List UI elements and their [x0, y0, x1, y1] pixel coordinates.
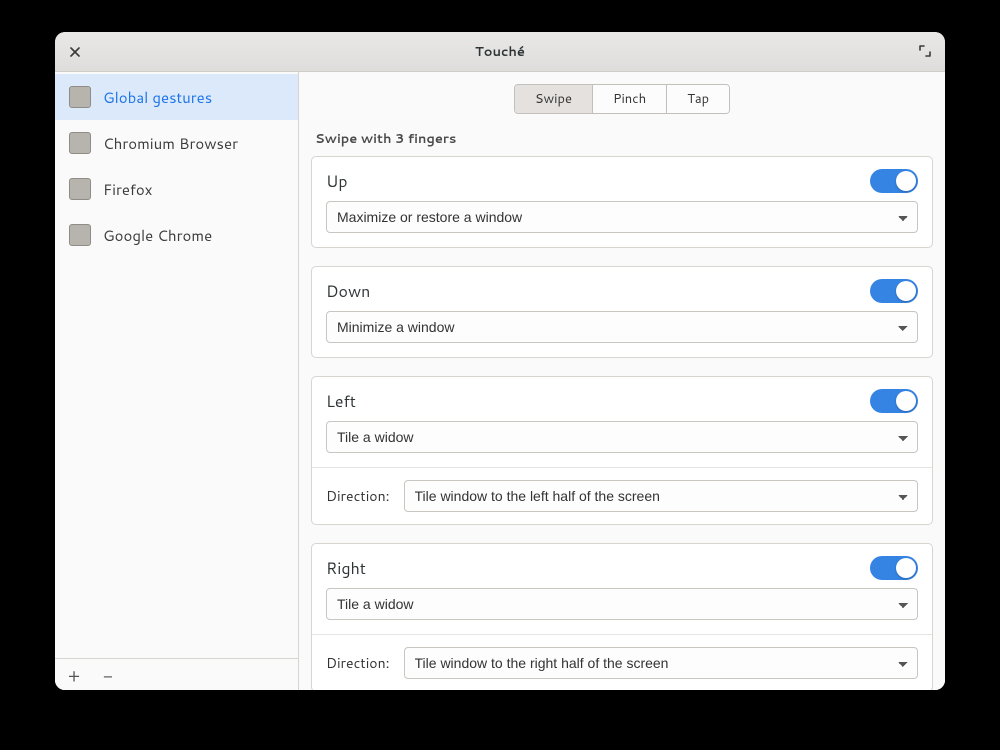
window-title: Touché	[475, 43, 525, 61]
toggle-knob	[896, 558, 916, 578]
remove-app-button[interactable]: −	[99, 666, 117, 684]
gesture-enabled-toggle[interactable]	[870, 169, 918, 193]
titlebar: Touché	[55, 32, 945, 72]
gesture-card: Left Tile a widow Direction: Tile window to…	[311, 376, 933, 525]
gesture-enabled-toggle[interactable]	[870, 279, 918, 303]
gesture-subaction-select[interactable]: Tile window to the right half of the scr…	[404, 647, 918, 679]
gesture-card: Down Minimize a window	[311, 266, 933, 358]
sidebar-item-label: Firefox	[103, 179, 152, 200]
sidebar-item[interactable]: Chromium Browser	[55, 120, 298, 166]
gesture-direction-label: Up	[326, 170, 348, 193]
window-body: Global gestures Chromium Browser Firefox Go…	[55, 72, 945, 690]
sidebar: Global gestures Chromium Browser Firefox Go…	[55, 72, 299, 690]
gesture-action-row: Tile a widow	[312, 421, 932, 467]
sidebar-item[interactable]: Firefox	[55, 166, 298, 212]
app-icon	[69, 132, 91, 154]
toggle-knob	[896, 171, 916, 191]
gesture-row-header: Left	[312, 377, 932, 421]
gesture-action-row: Maximize or restore a window	[312, 201, 932, 247]
tab-pinch[interactable]: Pinch	[593, 85, 667, 113]
gesture-type-tabs: SwipePinchTap	[514, 84, 730, 114]
gesture-subaction-label: Direction:	[326, 486, 390, 506]
toggle-knob	[896, 391, 916, 411]
app-icon	[69, 224, 91, 246]
sidebar-item[interactable]: Google Chrome	[55, 212, 298, 258]
gesture-action-select[interactable]: Maximize or restore a window	[326, 201, 918, 233]
main-content: SwipePinchTap Swipe with 3 fingers Up Maxi…	[299, 72, 945, 690]
gesture-type-tabs-wrap: SwipePinchTap	[311, 72, 933, 118]
app-icon	[69, 178, 91, 200]
close-icon	[70, 42, 80, 62]
gesture-subaction-label: Direction:	[326, 653, 390, 673]
add-app-button[interactable]: +	[65, 666, 83, 684]
toggle-knob	[896, 281, 916, 301]
gesture-direction-label: Down	[326, 280, 370, 303]
app-window: Touché Global gestures Chromium Browser Fi…	[55, 32, 945, 690]
sidebar-item[interactable]: Global gestures	[55, 74, 298, 120]
gesture-direction-label: Left	[326, 390, 356, 413]
tab-tap[interactable]: Tap	[667, 85, 729, 113]
gesture-row-header: Up	[312, 157, 932, 201]
gesture-enabled-toggle[interactable]	[870, 556, 918, 580]
gesture-card: Right Tile a widow Direction: Tile window t…	[311, 543, 933, 690]
gesture-row-header: Down	[312, 267, 932, 311]
window-maximize-button[interactable]	[913, 40, 937, 64]
gesture-action-select[interactable]: Tile a widow	[326, 421, 918, 453]
gesture-direction-label: Right	[326, 557, 366, 580]
sidebar-item-label: Google Chrome	[103, 225, 212, 246]
sidebar-list: Global gestures Chromium Browser Firefox Go…	[55, 72, 298, 658]
app-icon	[69, 86, 91, 108]
gesture-row-header: Right	[312, 544, 932, 588]
gesture-action-row: Minimize a window	[312, 311, 932, 357]
sidebar-item-label: Chromium Browser	[103, 133, 238, 154]
maximize-icon	[919, 42, 931, 62]
gesture-enabled-toggle[interactable]	[870, 389, 918, 413]
gesture-card: Up Maximize or restore a window	[311, 156, 933, 248]
gesture-subaction-select[interactable]: Tile window to the left half of the scre…	[404, 480, 918, 512]
gesture-subaction-row: Direction: Tile window to the left half o…	[312, 467, 932, 524]
sidebar-item-label: Global gestures	[103, 87, 212, 108]
gesture-action-select[interactable]: Tile a widow	[326, 588, 918, 620]
gesture-action-row: Tile a widow	[312, 588, 932, 634]
section-title: Swipe with 3 fingers	[311, 118, 933, 156]
gesture-action-select[interactable]: Minimize a window	[326, 311, 918, 343]
tab-swipe[interactable]: Swipe	[515, 85, 593, 113]
sidebar-toolbar: + −	[55, 658, 298, 690]
gesture-subaction-row: Direction: Tile window to the right half …	[312, 634, 932, 690]
window-close-button[interactable]	[63, 40, 87, 64]
